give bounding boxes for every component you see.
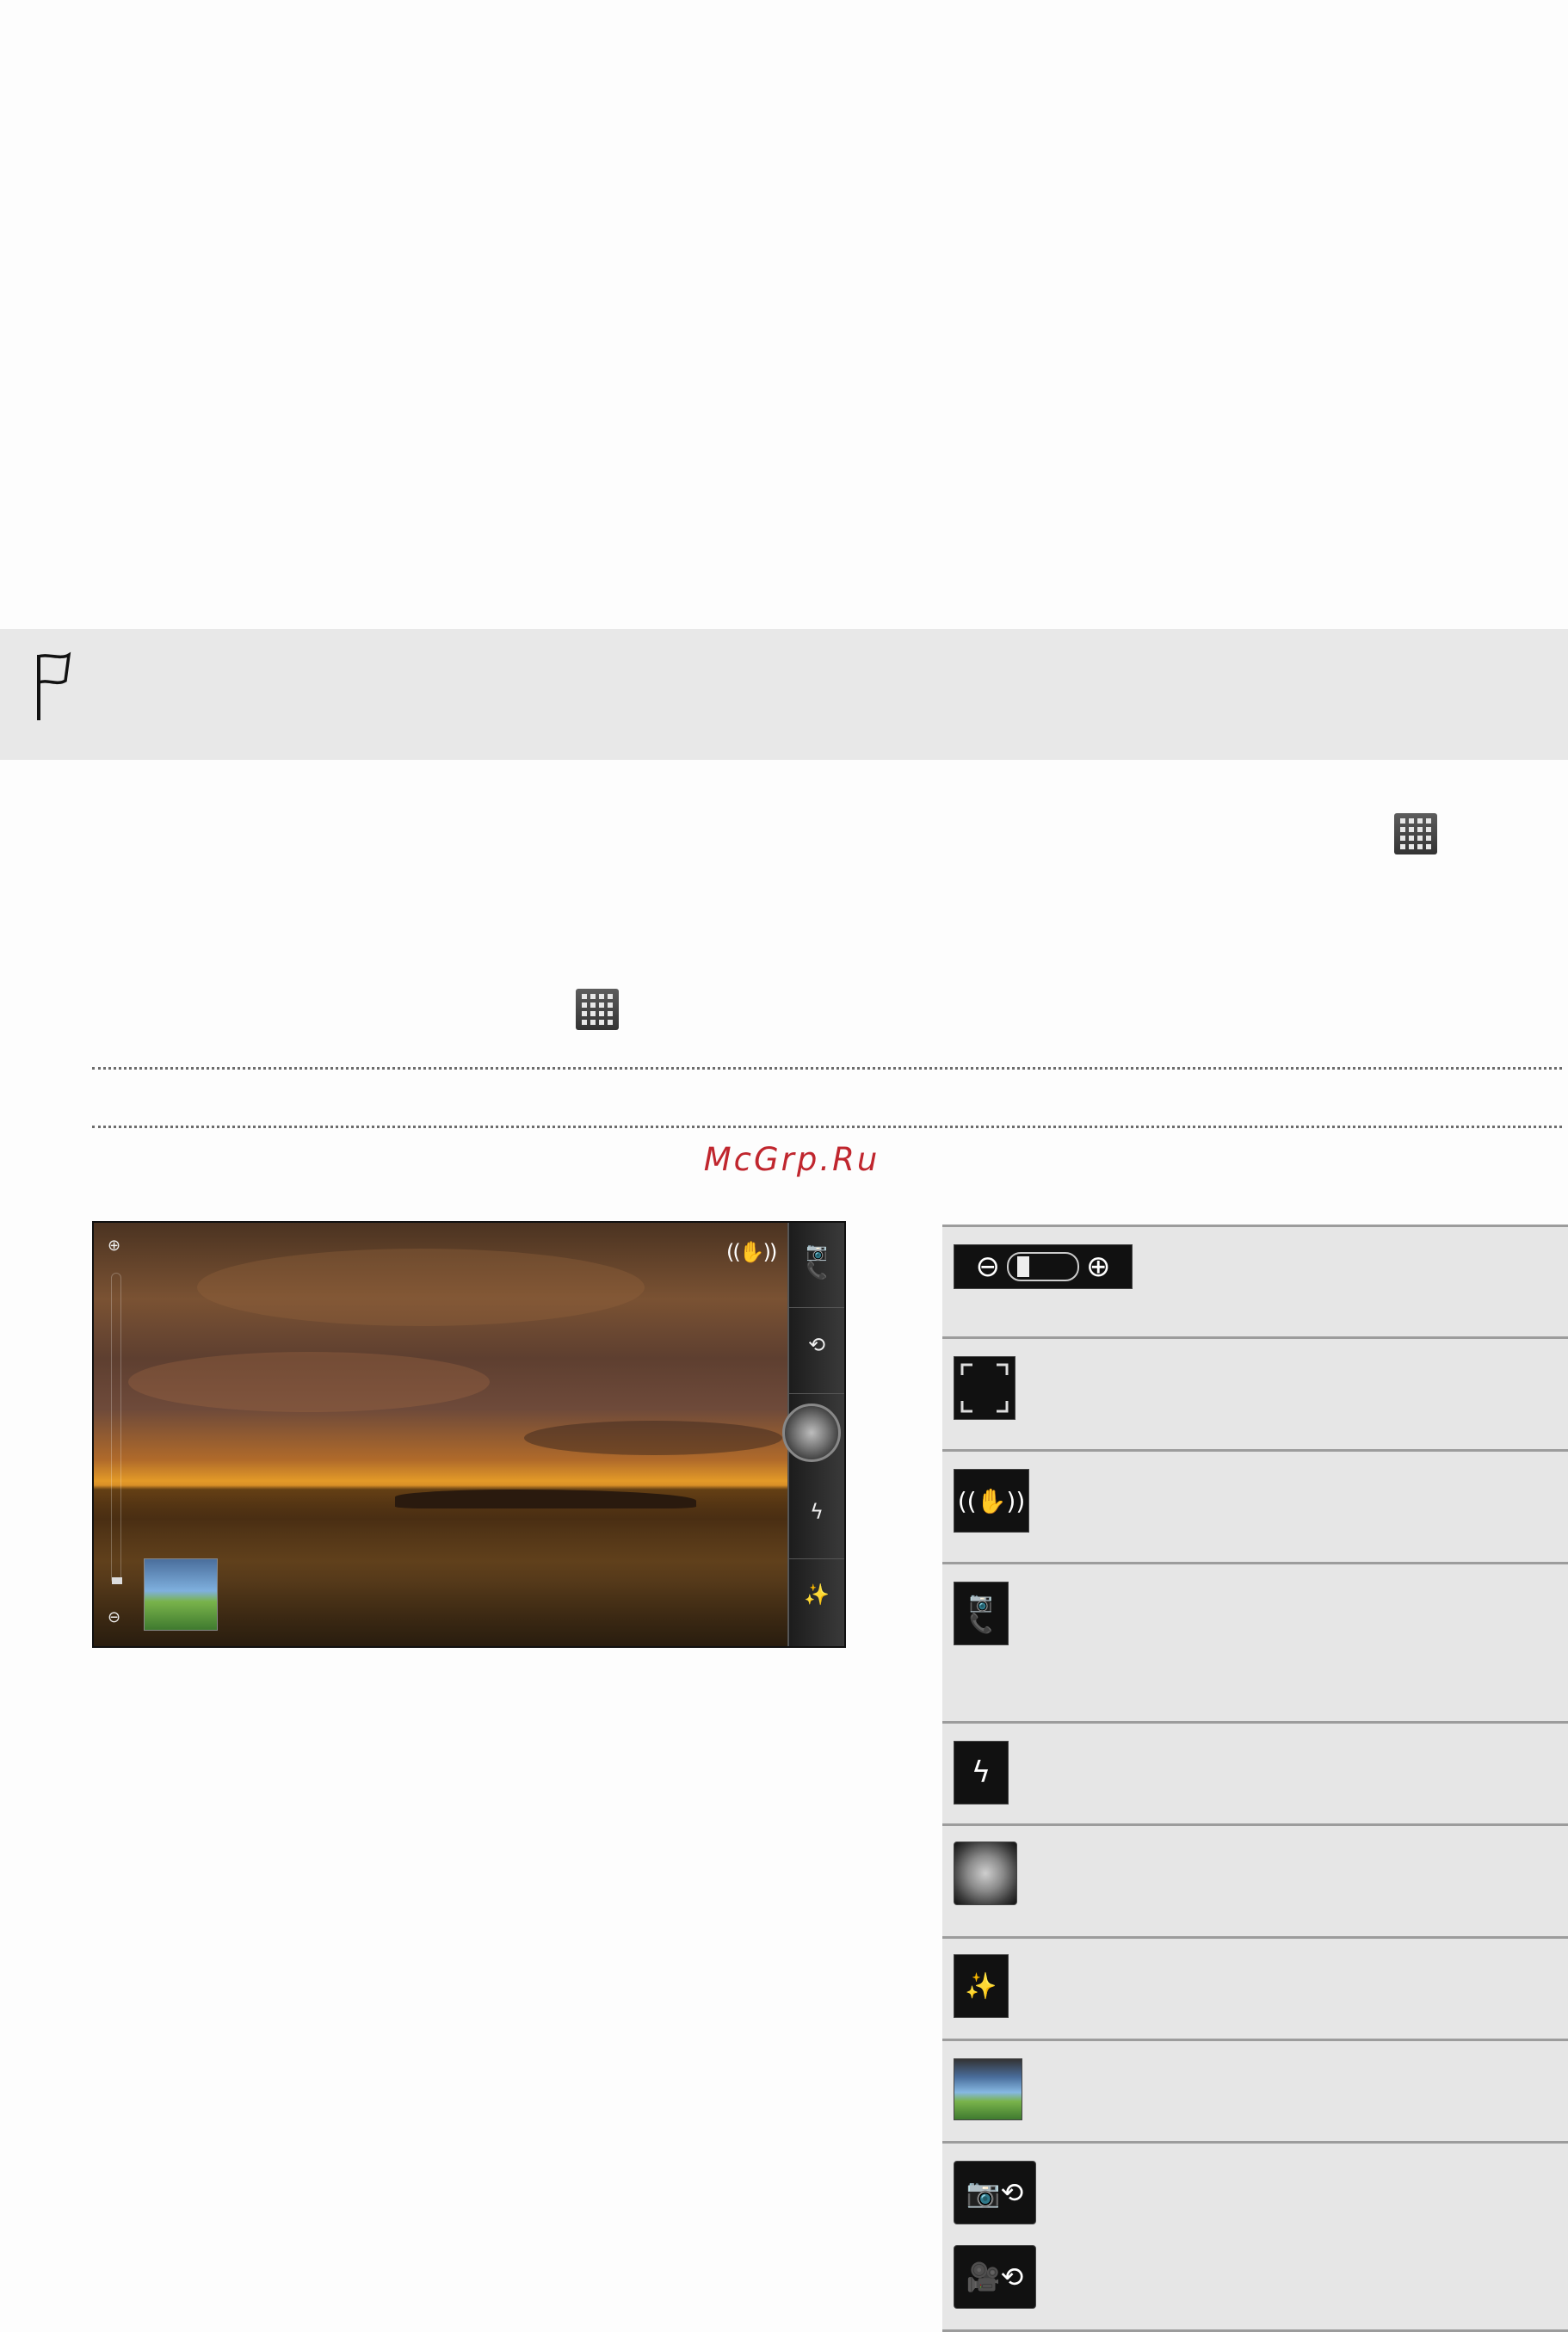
front-rear-video-switch-icon: 🎥⟲ — [954, 2245, 1036, 2309]
effects-icon[interactable]: ✨ — [789, 1582, 844, 1607]
flash-auto-icon: ϟ — [954, 1741, 1009, 1805]
gallery-thumbnail-icon[interactable] — [144, 1558, 218, 1631]
legend-row — [942, 2039, 1568, 2141]
legend-row: ⊖ ⊕ — [942, 1225, 1568, 1336]
legend-row: ϟ — [942, 1721, 1568, 1823]
cloud — [197, 1249, 645, 1326]
camera-video-switch-icon[interactable]: 📷 📞 — [789, 1242, 844, 1280]
front-rear-camera-switch-icon: 📷⟲ — [954, 2161, 1036, 2224]
tip-band — [0, 629, 1568, 760]
flash-auto-icon[interactable]: ϟ — [789, 1500, 844, 1524]
zoom-knob[interactable] — [112, 1577, 122, 1584]
hand-shake-icon: ((✋)) — [726, 1240, 777, 1264]
image-stabilizer-icon: ((✋)) — [954, 1469, 1029, 1533]
legend-row: 📷⟲ 🎥⟲ — [942, 2141, 1568, 2332]
legend-row: ((✋)) — [942, 1449, 1568, 1562]
divider — [92, 1126, 1562, 1128]
divider — [92, 1067, 1562, 1070]
camera-video-switch-icon: 📷 📞 — [954, 1582, 1009, 1645]
shutter-icon[interactable] — [782, 1404, 841, 1462]
watermark: McGrp.Ru — [703, 1141, 880, 1178]
legend-row: ✨ — [942, 1936, 1568, 2039]
effects-icon: ✨ — [954, 1954, 1009, 2018]
focus-frame-icon — [954, 1356, 1015, 1420]
camera-viewfinder: ⊕ ⊖ ((✋)) 📷 📞 ⟲ ϟ ✨ — [92, 1221, 846, 1648]
zoom-in-icon[interactable]: ⊕ — [108, 1237, 120, 1255]
legend-row — [942, 1823, 1568, 1936]
zoom-slider[interactable] — [111, 1273, 121, 1584]
zoom-out-icon[interactable]: ⊖ — [108, 1608, 120, 1626]
all-apps-icon — [1394, 813, 1437, 854]
gallery-icon — [954, 2058, 1022, 2120]
front-rear-camera-switch-icon[interactable]: ⟲ — [789, 1333, 844, 1357]
cloud — [524, 1421, 782, 1455]
all-apps-icon — [576, 989, 619, 1030]
island — [395, 1490, 696, 1508]
icon-legend-table: ⊖ ⊕ ((✋)) 📷 📞 ϟ ✨ 📷⟲ 🎥⟲ — [942, 1225, 1568, 2332]
flag-icon — [37, 651, 71, 720]
legend-row: 📷 📞 — [942, 1562, 1568, 1721]
zoom-bar-icon: ⊖ ⊕ — [954, 1244, 1133, 1289]
shutter-icon — [954, 1842, 1017, 1905]
cloud — [128, 1352, 490, 1412]
legend-row — [942, 1336, 1568, 1449]
